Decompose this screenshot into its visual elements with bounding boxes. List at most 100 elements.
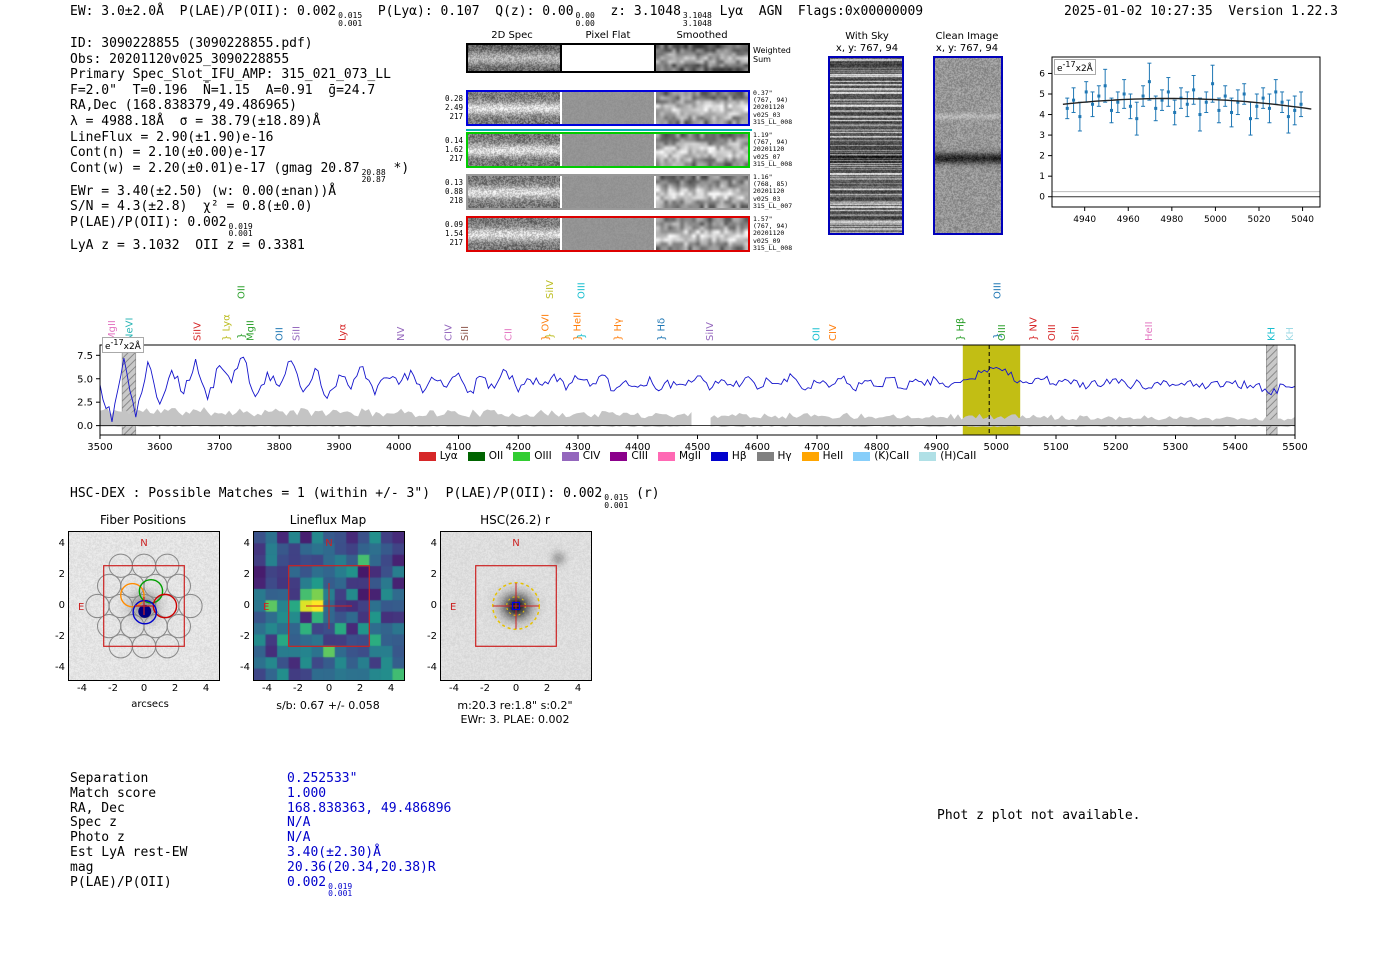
axis-tick-label-y: 4 xyxy=(243,538,250,549)
emission-line-label: KH xyxy=(1285,327,1296,341)
info-line: Cont(n) = 2.10(±0.00)e-17 xyxy=(70,145,409,161)
match-table-row: Separation 0.252533" xyxy=(70,771,451,787)
data-point xyxy=(1065,106,1069,110)
fiber-positions-title: Fiber Positions xyxy=(99,513,187,527)
spec2d-image xyxy=(468,176,560,208)
lineflux-overlay: NE xyxy=(263,538,370,647)
match-table-value: 0.002 0.019 0.001 xyxy=(287,875,352,898)
info-line: S/N = 4.3(±2.8) χ² = 0.8(±0.0) xyxy=(70,199,409,215)
emission-line-label: } Hγ xyxy=(613,318,624,341)
text-segment: F=2.0" T=0.196 N̄=1.15 A=0.91 ḡ=24.7 xyxy=(70,82,376,98)
axis-tick-label-y: -4 xyxy=(427,662,437,673)
text-segment: RA,Dec (168.838379,49.486965) xyxy=(70,98,297,114)
fiber-overlay: NE xyxy=(78,538,203,659)
legend-swatch xyxy=(610,451,628,461)
weighted-2dspec-image xyxy=(468,45,560,71)
axis-tick-label-y: 2 xyxy=(58,569,65,580)
text-segment: N/A xyxy=(287,815,311,831)
fraction-bottom: 20.87 xyxy=(361,175,386,185)
report-datetime: 2025-01-02 10:27:35 xyxy=(1064,4,1213,19)
data-point xyxy=(1198,113,1202,117)
superscript: -17 xyxy=(1062,60,1076,69)
data-point xyxy=(1242,92,1246,96)
axis-tick-label-x: 2 xyxy=(543,683,551,694)
compass-north: N xyxy=(512,538,519,549)
fiber-positions-cutout: N E -4 -4 -2 -2 0 0 2 2 4 4 xyxy=(55,531,220,694)
legend-label: Hβ xyxy=(731,450,747,462)
spec2d-image xyxy=(468,134,560,166)
data-point xyxy=(1280,100,1284,104)
header-summary: EW: 3.0±2.0Å P(LAE)/P(OII): 0.002 0.015 0.… xyxy=(70,4,923,27)
text-segment: S/N = 4.3(±2.8) χ² = 0.8(±0.0) xyxy=(70,199,313,215)
legend-item: (H)CaII xyxy=(919,450,976,462)
fiber-circle xyxy=(97,614,122,639)
text-segment: 3.40(±2.30)Å xyxy=(287,844,381,860)
y-tick-label: 5 xyxy=(1039,90,1045,100)
emission-line-label: OII xyxy=(237,285,248,299)
axis-tick-label-y: -2 xyxy=(55,631,65,642)
text-segment: 20.36(20.34,20.38)R xyxy=(287,859,436,875)
photz-note: Phot z plot not available. xyxy=(937,808,1141,823)
spec2d-col-title: 2D Spec xyxy=(491,30,533,41)
compass-north: N xyxy=(325,538,332,549)
legend-label: Hγ xyxy=(777,450,792,462)
pixelflat-image xyxy=(562,134,654,166)
info-line: Obs: 20201120v025_3090228855 xyxy=(70,52,409,68)
weighted-sum-strip xyxy=(466,43,750,73)
fraction-bottom: 0.001 xyxy=(338,18,363,28)
y-tick-label: 5.0 xyxy=(77,374,93,385)
spec2d-row xyxy=(466,216,750,252)
axis-tick-label-x: 2 xyxy=(356,683,364,694)
emission-line-label: SiII xyxy=(292,326,303,341)
spec2d-row xyxy=(466,132,750,168)
text-segment: EWr = 3.40(±2.50) (w: 0.00(±nan))Å xyxy=(70,183,337,199)
legend-item: Hγ xyxy=(756,450,792,462)
y-tick-label: 2 xyxy=(1039,152,1045,162)
fraction-bottom: 3.1048 xyxy=(682,18,712,28)
axis-tick-label-x: -2 xyxy=(108,683,118,694)
legend-item: Lyα xyxy=(418,450,458,462)
axis-tick-label-x: 2 xyxy=(171,683,179,694)
data-point xyxy=(1204,100,1208,104)
info-line: RA,Dec (168.838379,49.486965) xyxy=(70,98,409,114)
legend-item: Hβ xyxy=(710,450,747,462)
spec2d-panel: 2D Spec Pixel Flat Smoothed Weighted Sum 0.2… xyxy=(445,30,805,260)
y-tick-label: 0 xyxy=(1039,193,1045,203)
line-legend: Lyα OII OIII CIV CIII MgII Hβ Hγ HeII (K)CaII (H)C… xyxy=(100,450,1295,462)
legend-item: OII xyxy=(467,450,503,462)
axis-tick-label-y: -4 xyxy=(55,662,65,673)
text-segment: EW: 3.0±2.0Å P(LAE)/P(OII): 0.002 xyxy=(70,4,337,19)
text-segment: LyA z = 3.1032 OII z = 0.3381 xyxy=(70,237,305,253)
emission-line-label: SiIV xyxy=(545,280,556,299)
legend-label: MgII xyxy=(679,450,701,462)
clean-image xyxy=(933,56,1003,235)
fiber-circle xyxy=(166,573,191,598)
text-segment: P(LAE)/P(OII): 0.002 xyxy=(70,214,227,230)
info-line: ID: 3090228855 (3090228855.pdf) xyxy=(70,36,409,52)
match-table-value: N/A xyxy=(287,815,310,830)
noise-band xyxy=(100,407,692,428)
match-table-row: Est LyA rest-EW 3.40(±2.30)Å xyxy=(70,844,451,861)
emission-line-label: OIII xyxy=(997,324,1008,341)
legend-swatch xyxy=(513,451,531,461)
catalog-match-table: Separation 0.252533" Match score 1.000 RA, D… xyxy=(70,771,451,898)
text-segment: 1.000 xyxy=(287,785,327,801)
emission-line-label: } Hδ xyxy=(657,318,668,341)
match-table-row: Spec z N/A xyxy=(70,815,451,831)
axis-tick-label-x: 4 xyxy=(574,683,582,694)
fraction-bottom: 0.001 xyxy=(604,500,629,510)
legend-item: OIII xyxy=(513,450,552,462)
stacked-fraction: 0.00 0.00 xyxy=(576,12,595,27)
spec2d-row xyxy=(466,90,750,126)
spec2d-row-weights: 0.09 1.54 217 xyxy=(445,220,464,247)
x-tick-label: 4960 xyxy=(1117,215,1140,225)
match-table-label: mag xyxy=(70,859,94,875)
flux-units-label-zoom: e-17x2Å xyxy=(1054,59,1096,75)
text-segment: Cont(w) = 2.20(±0.01)e-17 (gmag 20.87 xyxy=(70,160,360,176)
text-segment: Cont(n) = 2.10(±0.00)e-17 xyxy=(70,145,266,161)
axis-tick-label-y: 0 xyxy=(430,600,437,611)
text-segment: Primary Spec_Slot_IFU_AMP: 315_021_073_L… xyxy=(70,67,391,83)
detection-info-block: ID: 3090228855 (3090228855.pdf) Obs: 2020… xyxy=(70,36,409,254)
data-point xyxy=(1274,90,1278,94)
data-point xyxy=(1230,110,1234,114)
